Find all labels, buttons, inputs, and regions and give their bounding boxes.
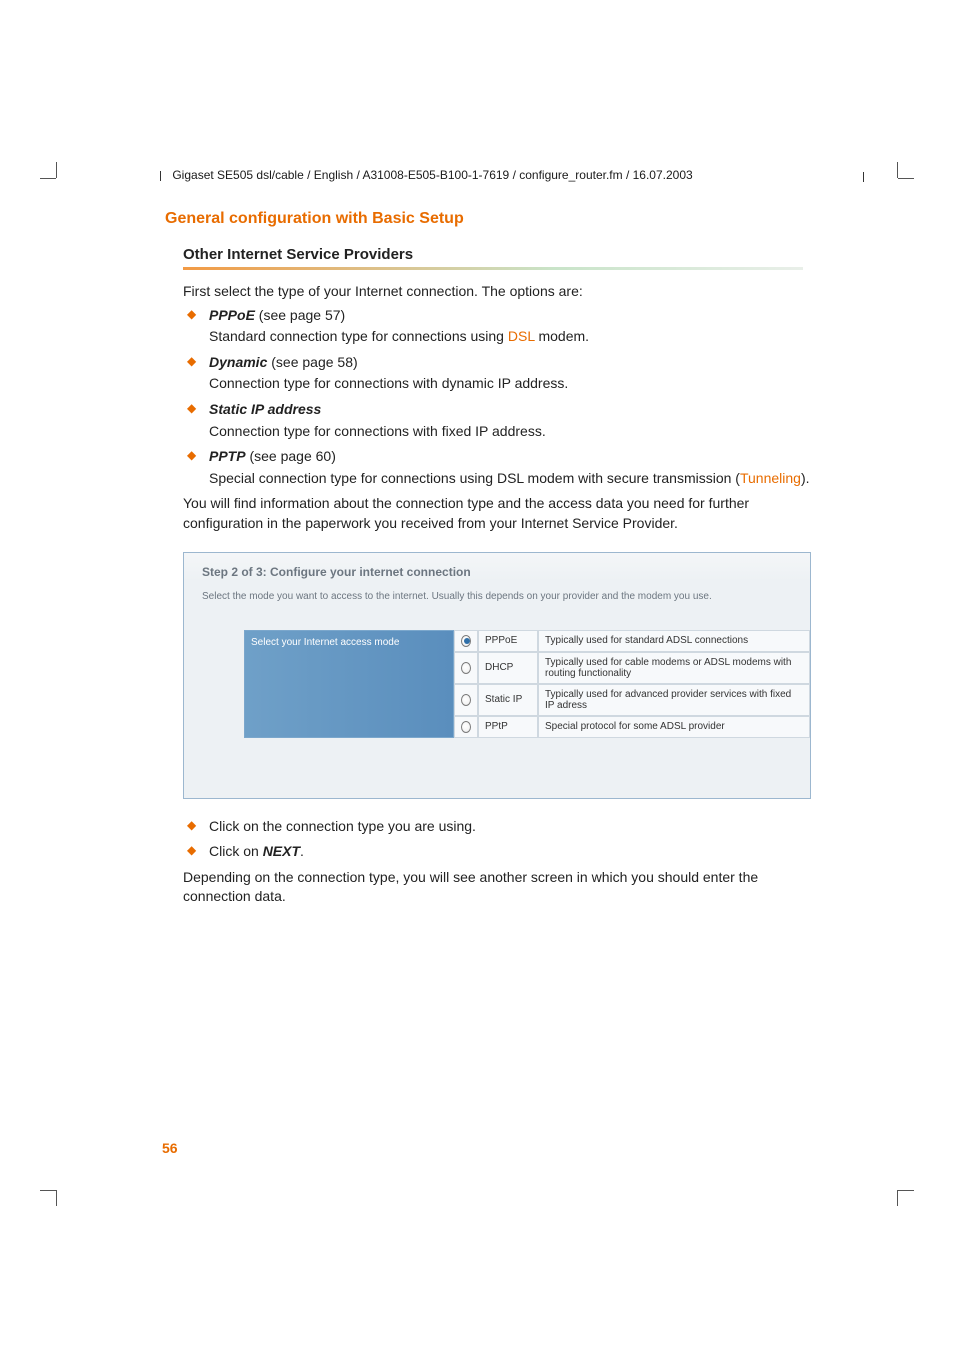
option-paren: (see page 58) xyxy=(267,354,357,370)
crop-mark-bl xyxy=(40,1190,70,1210)
subsection-rule xyxy=(183,267,803,270)
radio-dhcp[interactable] xyxy=(461,662,471,674)
mode-desc: Typically used for advanced provider ser… xyxy=(538,684,810,716)
post-options-paragraph: You will find information about the conn… xyxy=(183,494,823,533)
section-title: General configuration with Basic Setup xyxy=(165,210,864,228)
option-desc: Connection type for connections with dyn… xyxy=(209,374,823,394)
option-term: Static IP address xyxy=(209,401,321,417)
tunneling-link[interactable]: Tunneling xyxy=(740,470,801,486)
option-pptp: PPTP (see page 60) Special connection ty… xyxy=(183,447,823,488)
option-paren: (see page 60) xyxy=(246,448,336,464)
next-label: NEXT xyxy=(263,843,300,859)
intro-line: First select the type of your Internet c… xyxy=(183,282,823,302)
mode-id: PPPoE xyxy=(478,630,538,652)
subsection-title: Other Internet Service Providers xyxy=(183,246,864,263)
option-term: Dynamic xyxy=(209,354,267,370)
radio-staticip[interactable] xyxy=(461,694,471,706)
step-prefix: Click on xyxy=(209,843,263,859)
option-static-ip: Static IP address Connection type for co… xyxy=(183,400,823,441)
mode-desc: Typically used for standard ADSL connect… xyxy=(538,630,810,652)
radio-pptp-cell[interactable] xyxy=(454,716,478,738)
mode-id: PPtP xyxy=(478,716,538,738)
option-desc-prefix: Standard connection type for connections… xyxy=(209,328,508,344)
radio-pptp[interactable] xyxy=(461,721,471,733)
step-suffix: . xyxy=(300,843,304,859)
post-steps-list: Click on the connection type you are usi… xyxy=(183,817,823,862)
content-area: General configuration with Basic Setup O… xyxy=(165,210,864,907)
mode-id: Static IP xyxy=(478,684,538,716)
crop-mark-br xyxy=(884,1190,914,1210)
wizard-mode-area: Select your Internet access mode PPPoE T… xyxy=(184,630,810,798)
options-list: PPPoE (see page 57) Standard connection … xyxy=(183,306,823,489)
option-paren: (see page 57) xyxy=(255,307,345,323)
dsl-link[interactable]: DSL xyxy=(508,328,535,344)
radio-staticip-cell[interactable] xyxy=(454,684,478,716)
document-page: Gigaset SE505 dsl/cable / English / A310… xyxy=(0,0,954,1351)
radio-dhcp-cell[interactable] xyxy=(454,652,478,684)
crop-mark-tr xyxy=(884,162,914,182)
closing-paragraph: Depending on the connection type, you wi… xyxy=(183,868,823,907)
mode-desc: Typically used for cable modems or ADSL … xyxy=(538,652,810,684)
option-desc: Connection type for connections with fix… xyxy=(209,422,823,442)
crop-marks-top xyxy=(40,162,914,182)
wizard-mode-grid: Select your Internet access mode PPPoE T… xyxy=(244,630,810,738)
option-desc-suffix: modem. xyxy=(535,328,589,344)
option-term: PPTP xyxy=(209,448,246,464)
crop-marks-bottom xyxy=(40,1190,914,1210)
option-dynamic: Dynamic (see page 58) Connection type fo… xyxy=(183,353,823,394)
crop-mark-tl xyxy=(40,162,70,182)
running-header: Gigaset SE505 dsl/cable / English / A310… xyxy=(160,0,864,182)
page-number: 56 xyxy=(162,1140,178,1156)
wizard-screenshot: Step 2 of 3: Configure your internet con… xyxy=(183,552,811,799)
wizard-title: Step 2 of 3: Configure your internet con… xyxy=(184,553,810,581)
mode-desc: Special protocol for some ADSL provider xyxy=(538,716,810,738)
option-desc-prefix: Special connection type for connections … xyxy=(209,470,740,486)
option-desc-suffix: ). xyxy=(801,470,810,486)
radio-pppoe[interactable] xyxy=(461,635,471,647)
option-term: PPPoE xyxy=(209,307,255,323)
option-pppoe: PPPoE (see page 57) Standard connection … xyxy=(183,306,823,347)
step-click-type: Click on the connection type you are usi… xyxy=(183,817,823,837)
mode-row-label: Select your Internet access mode xyxy=(244,630,454,738)
mode-id: DHCP xyxy=(478,652,538,684)
wizard-subtitle: Select the mode you want to access to th… xyxy=(184,581,810,630)
radio-pppoe-cell[interactable] xyxy=(454,630,478,652)
step-click-next: Click on NEXT. xyxy=(183,842,823,862)
